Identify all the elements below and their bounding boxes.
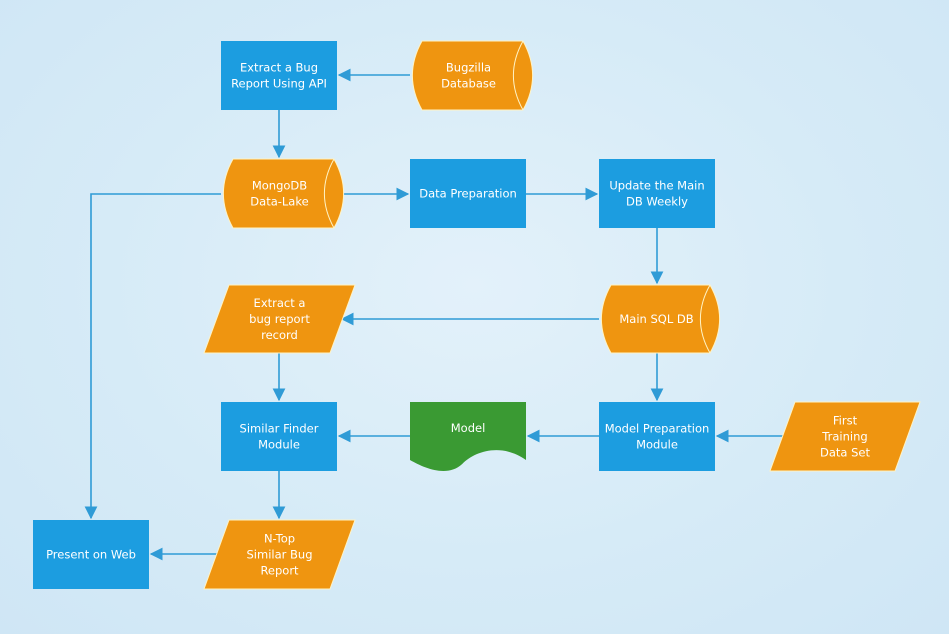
cylinder-data-store <box>223 158 344 229</box>
node-label: Module <box>258 438 300 452</box>
node-label: Model Preparation <box>605 422 710 436</box>
node-label: Database <box>441 77 496 91</box>
node-label: Similar Bug <box>247 548 313 562</box>
node-label: Module <box>636 438 678 452</box>
node-label: Present on Web <box>46 548 136 562</box>
node-label: Similar Finder <box>240 422 319 436</box>
node-label: Main SQL DB <box>619 312 693 326</box>
node-label: Data Preparation <box>419 187 517 201</box>
node-label: Report <box>260 564 299 578</box>
node-label: Extract a Bug <box>240 61 318 75</box>
node-similar-finder[interactable]: Similar Finder Module <box>221 402 337 471</box>
node-label: Extract a <box>254 296 306 310</box>
process-box <box>599 159 715 228</box>
node-label: bug report <box>249 312 310 326</box>
edge-mongodb-to-present-web <box>84 193 221 520</box>
node-model[interactable]: Model <box>410 402 526 472</box>
node-present-web[interactable]: Present on Web <box>33 520 149 589</box>
node-first-training[interactable]: First Training Data Set <box>769 401 921 472</box>
node-label: record <box>261 328 298 342</box>
cylinder-data-store <box>412 40 533 111</box>
process-box <box>599 402 715 471</box>
node-label: Data Set <box>820 446 870 460</box>
node-extract-record[interactable]: Extract a bug report record <box>203 284 356 354</box>
node-mongodb[interactable]: MongoDB Data-Lake <box>223 158 344 229</box>
node-data-prep[interactable]: Data Preparation <box>410 159 526 228</box>
node-label: Bugzilla <box>446 61 491 75</box>
node-extract-api[interactable]: Extract a Bug Report Using API <box>221 41 337 110</box>
nodes-layer: Extract a Bug Report Using API Bugzilla Dat… <box>33 40 921 590</box>
node-label: DB Weekly <box>626 195 688 209</box>
node-update-main[interactable]: Update the Main DB Weekly <box>599 159 715 228</box>
node-label: Update the Main <box>609 179 704 193</box>
node-label: Data-Lake <box>250 195 308 209</box>
node-model-prep[interactable]: Model Preparation Module <box>599 402 715 471</box>
node-label: Training <box>821 430 867 444</box>
node-bugzilla[interactable]: Bugzilla Database <box>412 40 533 111</box>
node-ntop[interactable]: N-Top Similar Bug Report <box>203 519 356 590</box>
node-label: Model <box>451 421 486 435</box>
node-label: N-Top <box>264 532 295 546</box>
node-label: MongoDB <box>252 179 307 193</box>
document-shape <box>410 402 526 472</box>
node-main-sql[interactable]: Main SQL DB <box>601 284 720 354</box>
flowchart-diagram: Extract a Bug Report Using API Bugzilla Dat… <box>33 40 921 590</box>
process-box <box>221 41 337 110</box>
process-box <box>221 402 337 471</box>
node-label: First <box>833 414 858 428</box>
node-label: Report Using API <box>231 77 327 91</box>
